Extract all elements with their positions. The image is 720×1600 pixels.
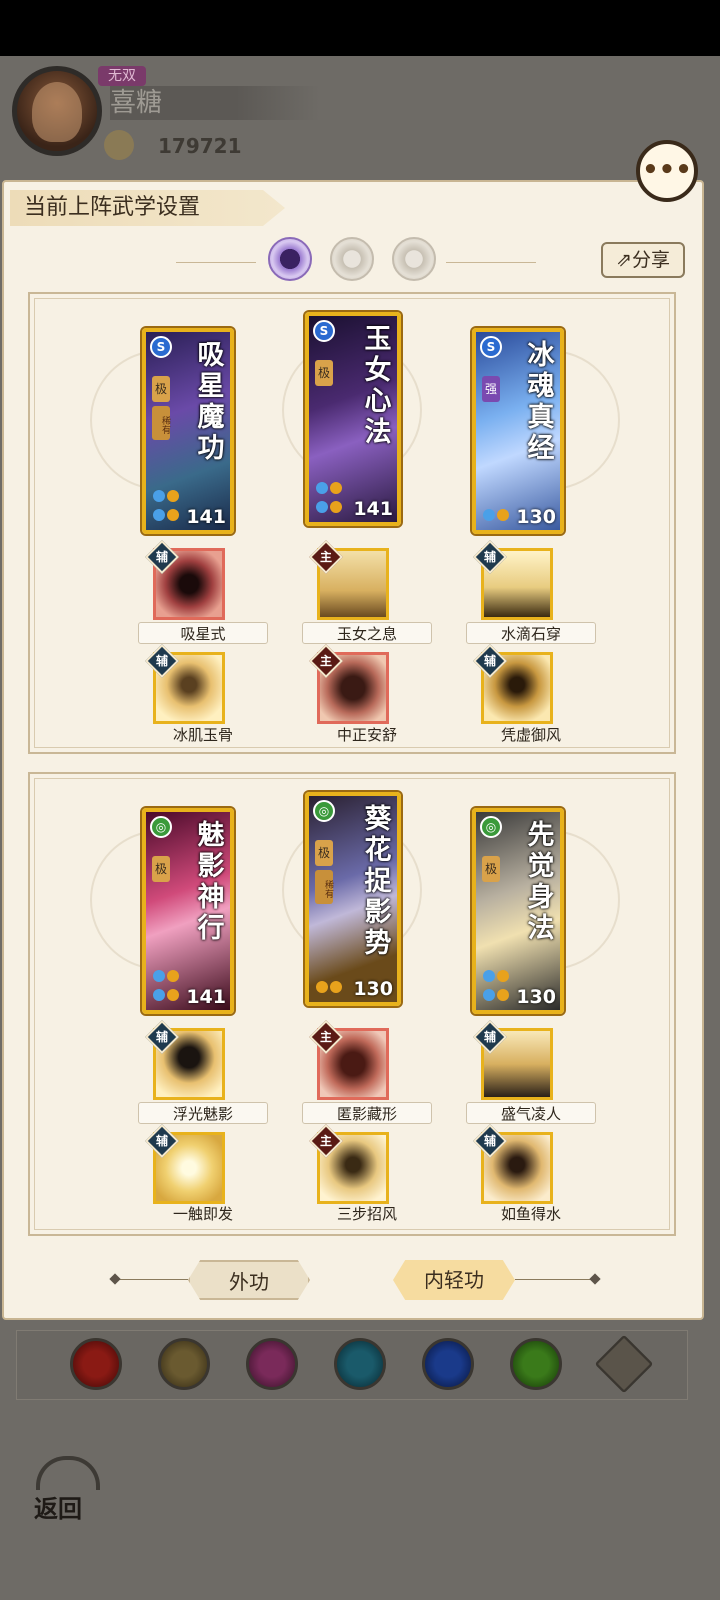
card-name: 玉女心法: [364, 324, 392, 448]
tab-divider-right: [446, 262, 536, 263]
skill-card[interactable]: S 极 玉女心法 141: [305, 312, 401, 526]
skill-label: 盛气凌人: [466, 1102, 596, 1124]
share-button[interactable]: ⇗分享: [601, 242, 685, 278]
star-dots: [315, 480, 349, 518]
taiji-school-icon[interactable]: [422, 1338, 474, 1390]
skill-card[interactable]: ◎ 极 稀有 葵花捉影势 130: [305, 792, 401, 1006]
tab-internal-arts-active[interactable]: 内轻功: [393, 1260, 515, 1300]
back-button[interactable]: 返回: [30, 1455, 100, 1525]
chat-bubble-icon: •••: [642, 155, 692, 185]
skill-card[interactable]: S 强 冰魂真经 130: [472, 328, 564, 534]
skill-label: 玉女之息: [302, 622, 432, 644]
star-dots: [152, 488, 186, 526]
sword-school-icon[interactable]: [70, 1338, 122, 1390]
card-name: 魅影神行: [197, 820, 225, 944]
tab-divider-left: [116, 1279, 188, 1280]
green-rank-icon: ◎: [313, 800, 335, 822]
card-level: 130: [516, 986, 556, 1008]
card-level: 141: [353, 498, 393, 520]
skill-label: 水滴石穿: [466, 622, 596, 644]
skill-label: 凭虚御风: [500, 726, 561, 744]
skill-label: 一触即发: [172, 1205, 233, 1223]
card-level: 130: [516, 506, 556, 528]
blade-school-icon[interactable]: [158, 1338, 210, 1390]
grade-badge: 极: [152, 856, 170, 882]
rarity-badge: 稀有: [152, 406, 170, 440]
grade-badge: 极: [152, 376, 170, 402]
skill-label: 浮光魅影: [138, 1102, 268, 1124]
star-dots: [152, 968, 186, 1006]
skill-card[interactable]: S 极 稀有 吸星魔功 141: [142, 328, 234, 534]
skill-card[interactable]: ◎ 极 先觉身法 130: [472, 808, 564, 1014]
fan-school-icon[interactable]: [334, 1338, 386, 1390]
avatar-face: [32, 82, 82, 142]
back-label: 返回: [34, 1494, 82, 1523]
grade-badge: 强: [482, 376, 500, 402]
s-rank-icon: S: [150, 336, 172, 358]
skill-label: 如鱼得水: [500, 1205, 561, 1223]
skill-label: 吸星式: [138, 622, 268, 644]
healing-school-icon[interactable]: [510, 1338, 562, 1390]
star-dots: [482, 968, 516, 1006]
green-rank-icon: ◎: [480, 816, 502, 838]
player-name: 喜糖: [110, 86, 320, 120]
tab-moon-active[interactable]: [268, 237, 312, 281]
star-dots: [315, 979, 349, 998]
card-level: 141: [186, 506, 226, 528]
skill-label: 三步招风: [336, 1205, 397, 1223]
skill-label: 中正安舒: [336, 726, 397, 744]
skill-label: 匿影藏形: [302, 1102, 432, 1124]
green-rank-icon: ◎: [150, 816, 172, 838]
player-title-tag: 无双: [98, 66, 146, 86]
s-rank-icon: S: [313, 320, 335, 342]
tab-external-arts[interactable]: 外功: [188, 1260, 310, 1300]
tab-divider-right: [515, 1279, 595, 1280]
card-name: 吸星魔功: [197, 340, 225, 464]
share-label: 分享: [631, 249, 670, 271]
grade-badge: 极: [315, 360, 333, 386]
rarity-badge: 稀有: [315, 870, 333, 904]
status-bar: [0, 0, 720, 56]
card-name: 冰魂真经: [527, 340, 555, 464]
grade-badge: 极: [315, 840, 333, 866]
star-dots: [482, 507, 516, 526]
grade-badge: 极: [482, 856, 500, 882]
tab-sun[interactable]: [330, 237, 374, 281]
tab-crescent[interactable]: [392, 237, 436, 281]
skill-card[interactable]: ◎ 极 魅影神行 141: [142, 808, 234, 1014]
power-value: 179721: [158, 134, 242, 158]
chat-button[interactable]: •••: [636, 140, 698, 202]
card-name: 葵花捉影势: [364, 804, 392, 959]
fist-school-icon[interactable]: [246, 1338, 298, 1390]
power-icon: [104, 130, 134, 160]
card-level: 141: [186, 986, 226, 1008]
card-level: 130: [353, 978, 393, 1000]
panel-title: 当前上阵武学设置: [10, 190, 285, 226]
share-icon: ⇗: [616, 249, 632, 271]
s-rank-icon: S: [480, 336, 502, 358]
skill-label: 冰肌玉骨: [172, 726, 233, 744]
card-name: 先觉身法: [527, 820, 555, 944]
tab-divider-left: [176, 262, 256, 263]
